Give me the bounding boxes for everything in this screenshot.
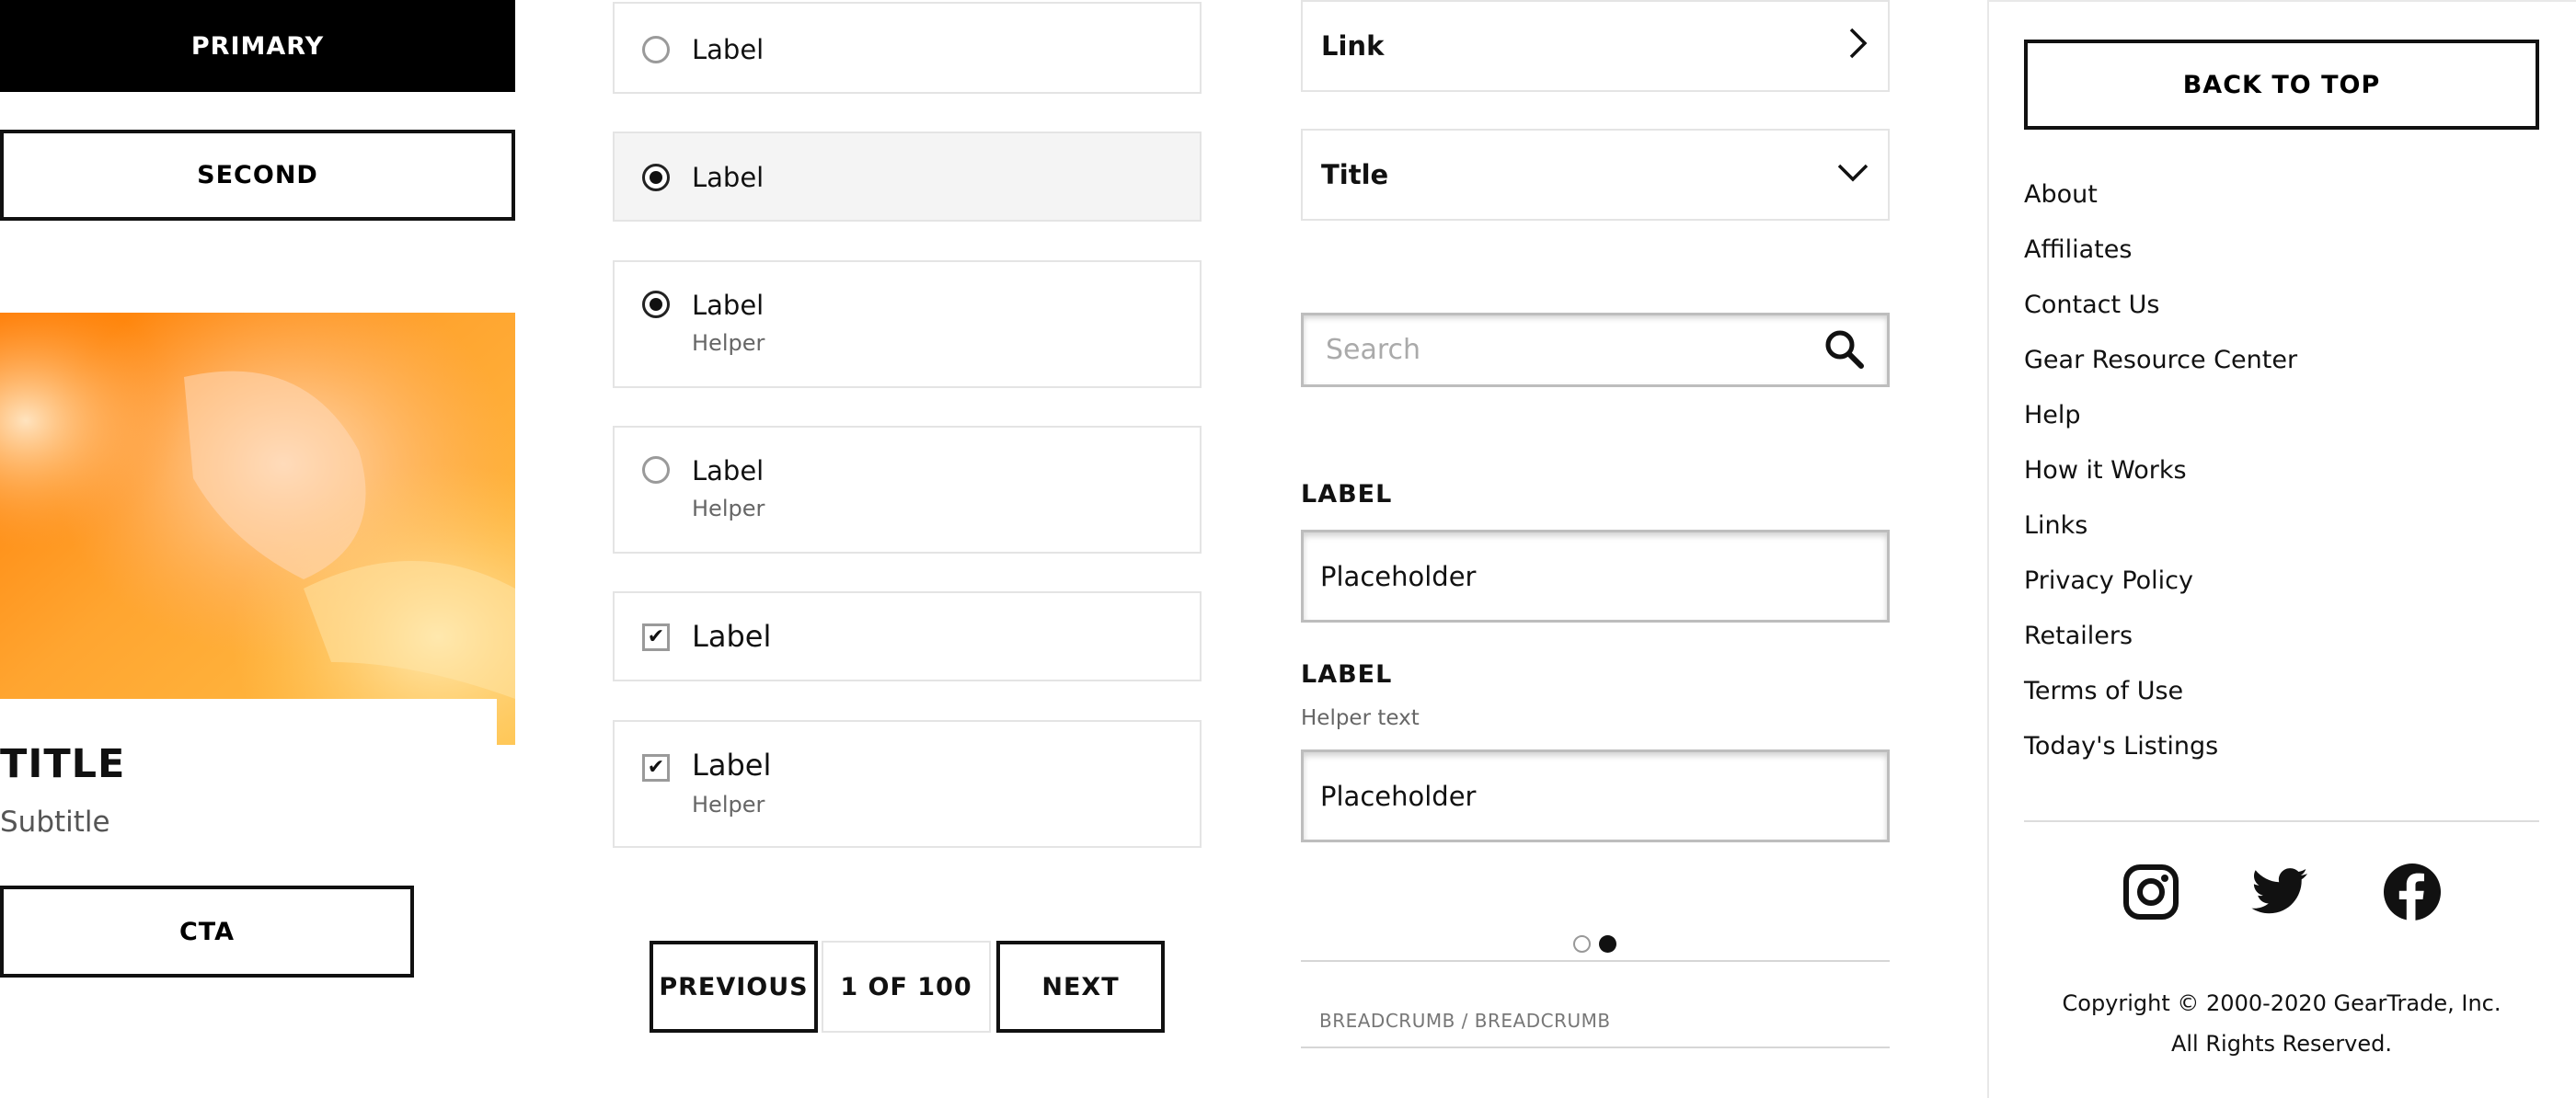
radio-button[interactable] xyxy=(642,291,670,318)
footer-link[interactable]: Retailers xyxy=(2024,618,2297,673)
radio-option[interactable]: Label xyxy=(613,2,1202,94)
checkbox-option-with-helper[interactable]: ✔ Label Helper xyxy=(613,720,1202,848)
text-field[interactable] xyxy=(1301,749,1890,842)
radio-option-with-helper[interactable]: Label Helper xyxy=(613,426,1202,554)
footer-link[interactable]: Privacy Policy xyxy=(2024,563,2297,618)
link-row[interactable]: Link xyxy=(1301,0,1890,92)
field-helper: Helper text xyxy=(1301,706,1420,730)
footer-link[interactable]: Gear Resource Center xyxy=(2024,342,2297,397)
option-label: Label xyxy=(692,162,765,193)
checkbox[interactable]: ✔ xyxy=(642,623,670,651)
option-label: Label xyxy=(692,290,765,321)
radio-option-with-helper[interactable]: Label Helper xyxy=(613,260,1202,388)
footer-link[interactable]: Today's Listings xyxy=(2024,728,2297,783)
radio-button[interactable] xyxy=(642,456,670,484)
accordion-header[interactable]: Title xyxy=(1301,129,1890,221)
page-indicator: 1 OF 100 xyxy=(822,941,991,1033)
card-image xyxy=(0,313,515,745)
footer-link[interactable]: Contact Us xyxy=(2024,287,2297,342)
field-label: LABEL xyxy=(1301,660,1393,689)
option-helper: Helper xyxy=(692,330,765,356)
option-label: Label xyxy=(692,34,765,65)
facebook-icon[interactable] xyxy=(2383,863,2442,921)
footer-divider xyxy=(2024,820,2539,822)
footer-link[interactable]: How it Works xyxy=(2024,452,2297,508)
checkbox-option[interactable]: ✔ Label xyxy=(613,591,1202,681)
second-button[interactable]: SECOND xyxy=(0,130,515,221)
carousel-dot[interactable] xyxy=(1573,935,1591,953)
chevron-down-icon xyxy=(1836,159,1869,190)
footer-links: About Affiliates Contact Us Gear Resourc… xyxy=(2024,177,2297,783)
checkbox[interactable]: ✔ xyxy=(642,754,670,782)
twitter-icon[interactable] xyxy=(2250,863,2309,921)
search-box[interactable] xyxy=(1301,313,1890,387)
copyright-line: All Rights Reserved. xyxy=(2170,1031,2393,1057)
footer-link[interactable]: Links xyxy=(2024,508,2297,563)
breadcrumb[interactable]: BREADCRUMB / BREADCRUMB xyxy=(1319,1010,1611,1032)
divider xyxy=(1301,1047,1890,1048)
radio-button[interactable] xyxy=(642,164,670,191)
previous-button[interactable]: PREVIOUS xyxy=(650,941,818,1033)
option-label: Label xyxy=(692,619,772,654)
footer-link[interactable]: Terms of Use xyxy=(2024,673,2297,728)
field-label: LABEL xyxy=(1301,480,1393,509)
search-icon[interactable] xyxy=(1823,327,1865,373)
option-helper: Helper xyxy=(692,496,765,521)
carousel-dot-active[interactable] xyxy=(1599,935,1616,953)
option-label: Label xyxy=(692,455,765,486)
instagram-icon[interactable] xyxy=(2122,863,2180,921)
option-label: Label xyxy=(692,748,772,783)
copyright-line: Copyright © 2000-2020 GearTrade, Inc. xyxy=(2062,990,2501,1016)
copyright: Copyright © 2000-2020 GearTrade, Inc. Al… xyxy=(1987,983,2576,1064)
primary-button[interactable]: PRIMARY xyxy=(0,0,515,92)
back-to-top-button[interactable]: BACK TO TOP xyxy=(2024,40,2539,130)
search-input[interactable] xyxy=(1326,334,1804,366)
chevron-right-icon xyxy=(1846,27,1869,66)
cta-button[interactable]: CTA xyxy=(0,886,414,978)
link-label: Link xyxy=(1321,30,1385,62)
footer-link[interactable]: About xyxy=(2024,177,2297,232)
text-input[interactable] xyxy=(1320,560,1870,592)
option-helper: Helper xyxy=(692,792,765,818)
card-subtitle: Subtitle xyxy=(0,806,110,839)
divider xyxy=(1301,960,1890,962)
radio-button[interactable] xyxy=(642,36,670,63)
footer-link[interactable]: Affiliates xyxy=(2024,232,2297,287)
radio-option-selected[interactable]: Label xyxy=(613,132,1202,222)
text-input[interactable] xyxy=(1320,780,1870,812)
footer-link[interactable]: Help xyxy=(2024,397,2297,452)
text-field[interactable] xyxy=(1301,530,1890,623)
accordion-title: Title xyxy=(1321,159,1389,190)
next-button[interactable]: NEXT xyxy=(996,941,1165,1033)
card-title: TITLE xyxy=(0,741,126,787)
